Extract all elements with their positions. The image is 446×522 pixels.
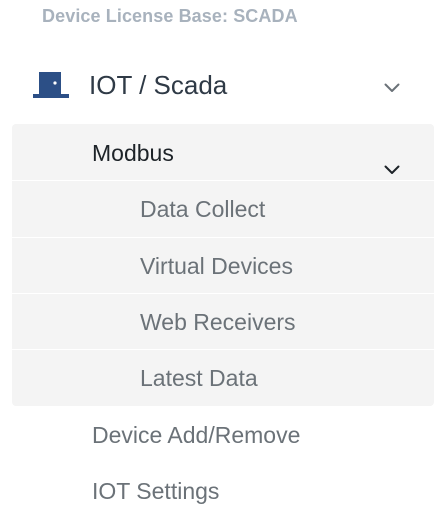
menu-item-label: Web Receivers [140, 309, 296, 335]
menu-item-label: IOT Settings [92, 478, 220, 504]
menu-section-iot-scada[interactable]: IOT / Scada [0, 62, 446, 110]
submenu-modbus-panel: Modbus Data Collect Virtual Devices Web … [12, 124, 434, 406]
menu-item-label: Data Collect [140, 196, 266, 222]
menu-item-virtual-devices[interactable]: Virtual Devices [12, 238, 434, 294]
submenu-modbus[interactable]: Modbus [12, 124, 434, 180]
chevron-down-icon[interactable] [384, 80, 400, 92]
chevron-down-icon[interactable] [384, 162, 400, 174]
menu-item-web-receivers[interactable]: Web Receivers [12, 294, 434, 350]
menu-section-label: IOT / Scada [89, 70, 228, 100]
menu-item-label: Latest Data [140, 365, 258, 391]
menu-item-device-add-remove[interactable]: Device Add/Remove [0, 407, 446, 463]
door-icon [33, 70, 69, 100]
menu-item-data-collect[interactable]: Data Collect [12, 181, 434, 237]
menu-item-label: Device Add/Remove [92, 422, 301, 448]
menu-item-iot-settings[interactable]: IOT Settings [0, 463, 446, 519]
submenu-modbus-label: Modbus [92, 140, 174, 166]
menu-item-latest-data[interactable]: Latest Data [12, 350, 434, 406]
license-info-label: Device License Base: SCADA [42, 6, 298, 26]
menu-item-label: Virtual Devices [140, 253, 293, 279]
